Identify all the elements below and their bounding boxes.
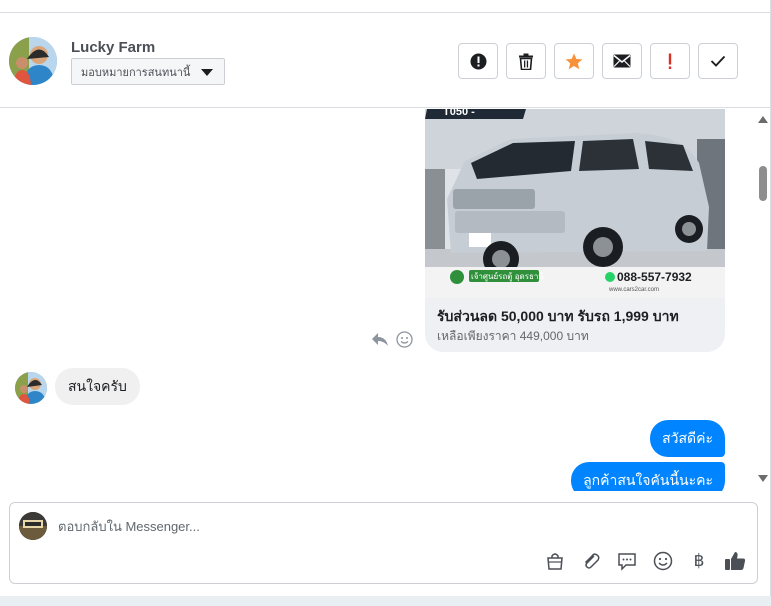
product-image[interactable]: T050 - เจ้าศูนย์รถตู้ อุดรธานี 088-557-7… [425,109,725,298]
paperclip-icon [584,553,600,569]
bottom-strip [0,596,771,606]
mark-unread-button[interactable] [602,43,642,79]
emoji-icon [653,551,673,571]
dealer-label: เจ้าศูนย์รถตู้ อุดรธานี [471,271,544,282]
star-button[interactable] [554,43,594,79]
mark-spam-button[interactable] [458,43,498,79]
conversation-header: Lucky Farm มอบหมายการสนทนานี้ [0,13,770,108]
chat-scrollbar[interactable] [756,109,770,491]
incoming-message[interactable]: สนใจครับ [55,368,140,405]
product-subtitle: เหลือเพียงราคา 449,000 บาท [437,329,589,343]
saved-replies-icon [618,553,636,571]
page-avatar [19,512,47,540]
message-thread[interactable]: T050 - เจ้าศูนย์รถตู้ อุดรธานี 088-557-7… [0,109,756,491]
dealer-phone: 088-557-7932 [617,270,692,284]
payment-button[interactable]: ฿ [687,549,711,573]
thumbs-up-icon [725,552,746,570]
exclamation-icon [668,53,672,69]
image-top-label: T050 - [443,109,475,118]
baht-icon: ฿ [693,551,705,571]
assign-conversation-label: มอบหมายการสนทนานี้ [81,66,191,79]
envelope-icon [613,54,631,68]
assign-conversation-button[interactable]: มอบหมายการสนทนานี้ [71,58,225,85]
react-button[interactable] [396,331,413,353]
follow-up-button[interactable] [650,43,690,79]
dealer-watermark: www.cars2car.com [608,287,659,293]
contact-avatar-small[interactable] [15,372,47,404]
delete-button[interactable] [506,43,546,79]
bag-icon [547,553,563,570]
saved-replies-button[interactable] [615,549,639,573]
reply-composer: ฿ [9,502,758,584]
outgoing-message[interactable]: ลูกค้าสนใจคันนี้นะคะ [571,462,725,491]
trash-icon [519,53,533,70]
like-button[interactable] [723,549,747,573]
scroll-thumb[interactable] [759,166,767,201]
contact-avatar[interactable] [9,37,57,85]
shop-button[interactable] [543,549,567,573]
mark-done-button[interactable] [698,43,738,79]
check-icon [710,55,726,67]
product-card[interactable]: T050 - เจ้าศูนย์รถตู้ อุดรธานี 088-557-7… [425,109,725,352]
product-title: รับส่วนลด 50,000 บาท รับรถ 1,999 บาท [437,308,679,324]
chevron-down-icon [201,69,213,76]
emoji-button[interactable] [651,549,675,573]
contact-name[interactable]: Lucky Farm [71,39,155,56]
reply-input[interactable] [58,515,558,537]
attach-button[interactable] [579,549,603,573]
outgoing-message[interactable]: สวัสดีค่ะ [650,420,725,457]
scroll-down-arrow-icon[interactable] [758,475,768,482]
reply-button[interactable] [371,331,389,352]
scroll-up-arrow-icon[interactable] [758,116,768,123]
reply-icon [372,333,388,346]
emoji-icon [396,331,413,348]
alert-circle-icon [470,53,486,69]
star-icon [565,53,583,69]
